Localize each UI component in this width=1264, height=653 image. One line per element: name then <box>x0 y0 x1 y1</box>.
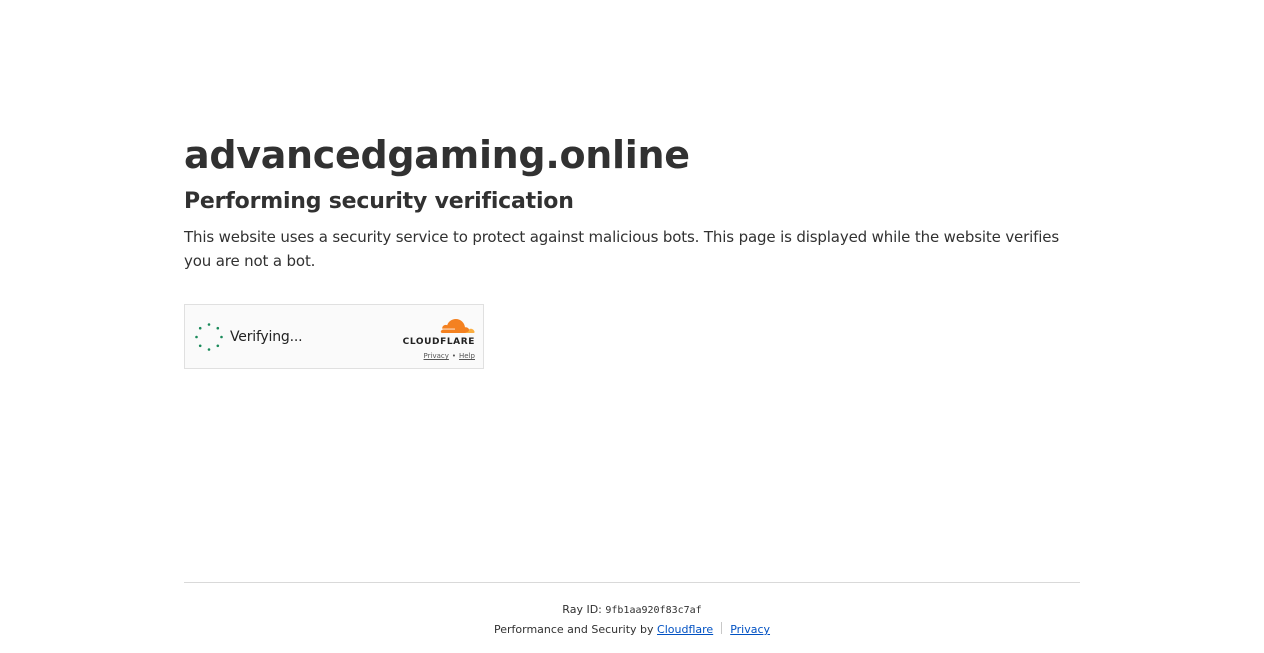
widget-help-link[interactable]: Help <box>459 352 475 360</box>
ray-id-line: Ray ID: 9fb1aa920f83c7af <box>184 601 1080 619</box>
performance-line: Performance and Security by Cloudflare Pr… <box>184 620 1080 640</box>
loading-spinner-icon <box>195 323 223 351</box>
footer-privacy-link[interactable]: Privacy <box>730 623 770 636</box>
verifying-status: Verifying... <box>230 329 303 345</box>
footer: Ray ID: 9fb1aa920f83c7af Performance and… <box>184 601 1080 640</box>
cloudflare-cloud-icon <box>440 319 475 333</box>
ray-id-value: 9fb1aa920f83c7af <box>605 605 702 616</box>
ray-id-label: Ray ID: <box>562 603 602 616</box>
performance-prefix: Performance and Security by <box>493 623 654 636</box>
widget-links: Privacy • Help <box>395 351 475 362</box>
site-title: advancedgaming.online <box>184 133 690 177</box>
turnstile-widget[interactable]: Verifying... CLOUDFLARE Privacy • Help <box>184 304 484 369</box>
main-content: advancedgaming.online Performing securit… <box>184 130 1080 273</box>
cloudflare-branding: CLOUDFLARE Privacy • Help <box>395 316 475 362</box>
footer-divider <box>184 582 1080 583</box>
widget-privacy-link[interactable]: Privacy <box>424 352 449 360</box>
cloudflare-wordmark: CLOUDFLARE <box>402 337 475 347</box>
footer-link-divider <box>721 622 723 634</box>
page-subtitle: Performing security verification <box>184 189 574 214</box>
widget-link-separator: • <box>451 352 457 360</box>
cloudflare-link[interactable]: Cloudflare <box>657 623 713 636</box>
page-description: This website uses a security service to … <box>184 228 1060 270</box>
